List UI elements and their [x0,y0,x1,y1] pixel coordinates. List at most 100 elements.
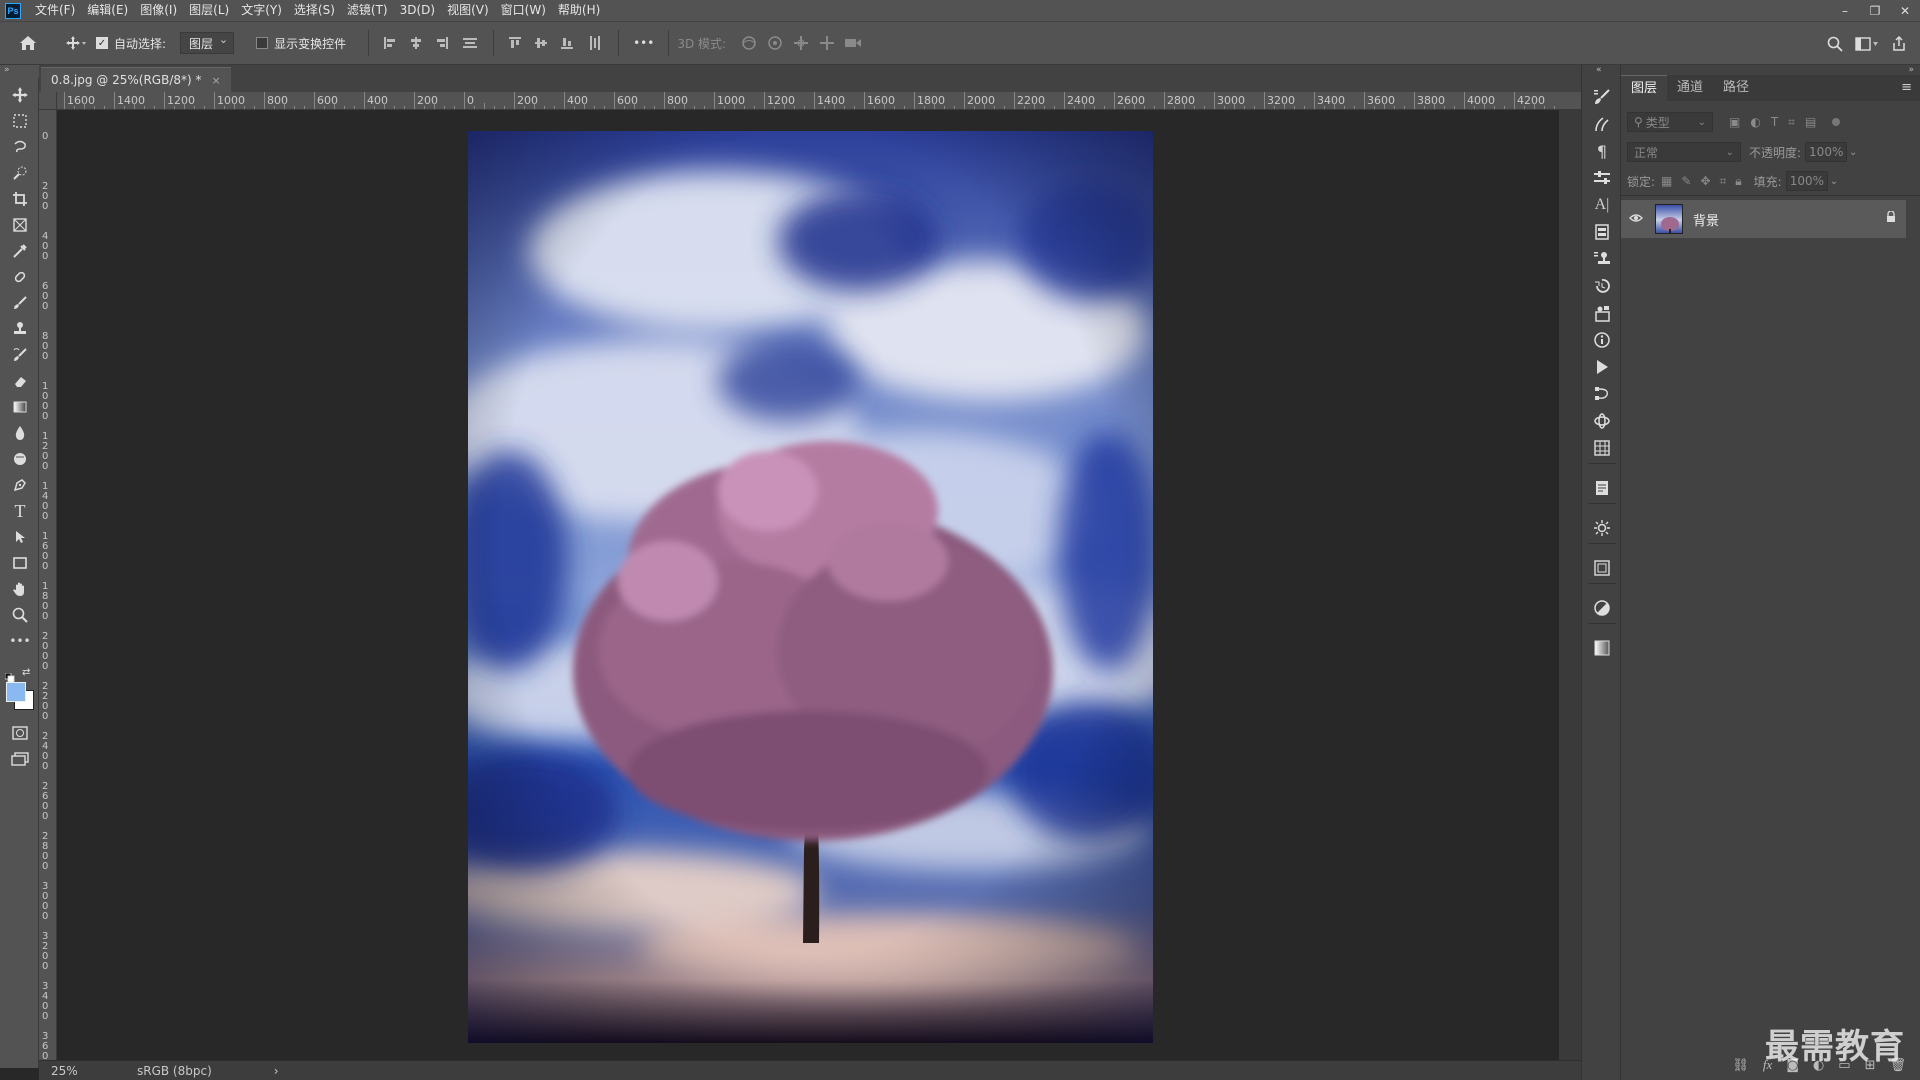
align-middle-v-icon[interactable] [528,21,554,65]
character-icon[interactable]: A| [1591,194,1613,216]
opacity-field[interactable]: 100% [1805,142,1848,162]
filter-adjustment-icon[interactable]: ◐ [1750,115,1760,130]
clone-source-icon[interactable] [1591,248,1613,270]
filter-smart-object-icon[interactable]: ▤ [1805,115,1816,130]
3d-scale-icon[interactable] [840,21,866,65]
lock-all-icon[interactable]: 🔒︎ [1735,174,1741,189]
type-tool-icon[interactable]: T [8,499,32,523]
menu-image[interactable]: 图像(I) [134,0,183,21]
menu-help[interactable]: 帮助(H) [552,0,606,21]
menu-window[interactable]: 窗口(W) [495,0,552,21]
show-transform-checkbox[interactable] [256,37,269,49]
document-tab[interactable]: 0.8.jpg @ 25%(RGB/8*) * × [41,67,231,92]
history-brush-tool-icon[interactable] [8,343,32,367]
3d-roll-icon[interactable] [762,21,788,65]
swap-colors-icon[interactable]: ⇄ [22,667,30,678]
distribute-v-icon[interactable] [580,21,610,65]
edit-toolbar-icon[interactable]: ••• [8,629,32,653]
3d-orbit-icon[interactable] [736,21,762,65]
lock-transparent-icon[interactable]: ▦ [1661,174,1672,189]
dodge-tool-icon[interactable] [8,447,32,471]
menu-layer[interactable]: 图层(L) [183,0,235,21]
pen-tool-icon[interactable] [8,473,32,497]
status-menu-arrow[interactable]: › [274,1064,279,1078]
tab-channels[interactable]: 通道 [1667,75,1713,101]
move-tool-icon[interactable] [8,83,32,107]
lock-pixels-icon[interactable]: ✎ [1681,174,1691,189]
filter-pixel-icon[interactable]: ▣ [1729,115,1740,130]
search-icon[interactable] [1820,22,1850,66]
rectangle-tool-icon[interactable] [8,551,32,575]
history-icon[interactable] [1591,275,1613,297]
close-tab-icon[interactable]: × [212,74,221,87]
align-center-h-icon[interactable] [403,21,429,65]
gradients-icon[interactable] [1591,637,1613,659]
brushes-icon[interactable] [1591,113,1613,135]
panel-menu-icon[interactable]: ≡ [1901,75,1920,101]
menu-type[interactable]: 文字(Y) [235,0,288,21]
zoom-tool-icon[interactable] [8,603,32,627]
marquee-tool-icon[interactable] [8,109,32,133]
auto-select-target-dropdown[interactable]: 图层 [180,32,235,54]
align-right-icon[interactable] [429,21,455,65]
info-icon[interactable] [1591,329,1613,351]
menu-filter[interactable]: 滤镜(T) [341,0,394,21]
home-icon[interactable] [0,21,56,65]
foreground-color-swatch[interactable] [6,682,26,702]
properties-icon[interactable] [1591,302,1613,324]
layer-filter-dropdown[interactable]: ⚲ 类型 ⌄ [1627,112,1713,132]
restore-button[interactable]: ❐ [1860,0,1890,21]
layer-row-background[interactable]: 背景 [1621,200,1906,238]
vertical-scrollbar[interactable] [1559,110,1581,1060]
menu-select[interactable]: 选择(S) [288,0,341,21]
more-options-button[interactable]: ••• [627,36,660,50]
filter-toggle-icon[interactable] [1832,118,1841,126]
color-icon[interactable] [1591,597,1613,619]
paths-icon[interactable] [1591,383,1613,405]
ruler-origin[interactable] [39,92,57,110]
filter-type-icon[interactable]: T [1771,115,1778,130]
hand-tool-icon[interactable] [8,577,32,601]
menu-view[interactable]: 视图(V) [441,0,495,21]
libraries-icon[interactable] [1591,221,1613,243]
blur-tool-icon[interactable] [8,421,32,445]
vertical-ruler[interactable]: 0 200 400 600 800 1000 1200 1400 1600 1800 2000 220… [39,110,57,1060]
screen-mode-icon[interactable] [8,747,32,771]
align-bottom-icon[interactable] [554,21,580,65]
lock-position-icon[interactable]: ✥ [1700,174,1710,189]
quick-select-tool-icon[interactable] [8,161,32,185]
stamp-tool-icon[interactable] [8,317,32,341]
tab-paths[interactable]: 路径 [1713,75,1759,101]
horizontal-ruler[interactable]: 1600 1400 1200 1000 800 600 400 200 0 200 400 600 80… [39,92,1581,110]
healing-brush-tool-icon[interactable] [8,265,32,289]
menu-3d[interactable]: 3D(D) [394,0,441,21]
close-button[interactable]: ✕ [1890,0,1920,21]
opacity-dropdown-icon[interactable]: ⌄ [1849,147,1857,158]
document-image[interactable] [468,131,1153,1043]
menu-edit[interactable]: 编辑(E) [81,0,134,21]
move-tool-preset-icon[interactable] [56,21,96,65]
strip-collapse-icon[interactable]: « [1596,65,1602,75]
fill-field[interactable]: 100% [1785,171,1828,191]
workspace-icon[interactable] [1850,22,1884,66]
menu-file[interactable]: 文件(F) [29,0,81,21]
quick-mask-icon[interactable] [8,721,32,745]
lock-artboard-icon[interactable]: ⌗ [1720,174,1727,189]
minimize-button[interactable]: – [1830,0,1860,21]
align-left-icon[interactable] [377,21,403,65]
panel-collapse-icon[interactable]: » [1908,65,1914,75]
table-icon[interactable] [1591,437,1613,459]
notes-icon[interactable] [1591,477,1613,499]
fill-dropdown-icon[interactable]: ⌄ [1830,176,1838,187]
tab-layers[interactable]: 图层 [1621,75,1668,101]
lasso-tool-icon[interactable] [8,135,32,159]
navigator-icon[interactable] [1591,557,1613,579]
auto-select-checkbox[interactable]: ✓ [96,37,108,49]
distribute-h-icon[interactable] [455,21,485,65]
crop-tool-icon[interactable] [8,187,32,211]
zoom-level[interactable]: 25% [51,1064,121,1078]
3d-slide-icon[interactable] [814,21,840,65]
default-colors-icon[interactable] [4,668,15,683]
share-icon[interactable] [1884,22,1914,66]
align-top-icon[interactable] [502,21,528,65]
